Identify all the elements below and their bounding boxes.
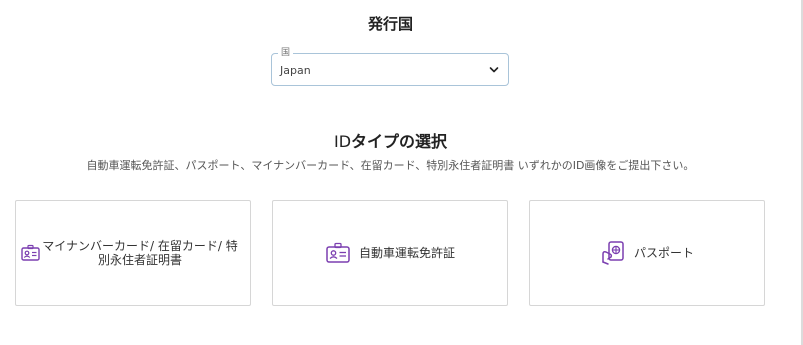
id-type-title-main: タイプの選択 [351,132,448,151]
id-option-label: 自動車運転免許証 [358,246,455,260]
id-card-icon [20,243,42,263]
id-type-title: IDタイプの選択 [0,128,781,152]
id-option-my-number-card[interactable]: マイナンバーカード/ 在留カード/ 特別永住者証明書 [15,200,251,306]
id-option-label: パスポート [633,246,694,260]
country-select[interactable]: 国 Japan [271,47,509,86]
id-option-label: マイナンバーカード/ 在留カード/ 特別永住者証明書 [42,239,238,267]
country-section-title: 発行国 [367,15,413,33]
passport-icon [600,240,626,266]
id-option-drivers-license[interactable]: 自動車運転免許証 [272,200,508,306]
id-option-passport[interactable]: パスポート [529,200,765,306]
page: 発行国 国 Japan IDタイプの選択 自動車運転免許証、パスポート、マイナン… [0,0,803,345]
id-type-title-prefix: ID [333,132,352,151]
driver-license-icon [325,241,351,265]
country-select-label: 国 [278,47,294,59]
id-type-description: 自動車運転免許証、パスポート、マイナンバーカード、在留カード、特別永住者証明書 … [86,159,695,172]
country-select-value: Japan [280,64,311,77]
chevron-down-icon [489,67,499,73]
